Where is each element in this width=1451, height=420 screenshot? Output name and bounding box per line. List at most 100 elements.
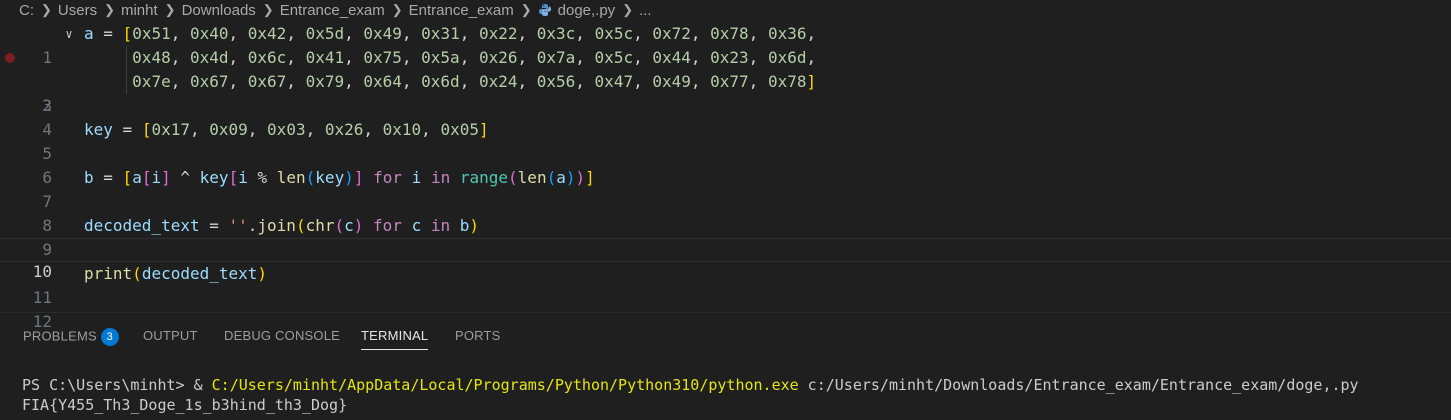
breadcrumb-item-downloads[interactable]: Downloads	[182, 2, 256, 19]
hex-value: 0x48	[132, 48, 171, 67]
hex-value: 0x5a	[421, 48, 460, 67]
hex-value: 0x24	[478, 72, 518, 91]
hex-value: 0x5c	[594, 48, 634, 67]
hex-value: 0x77	[710, 72, 749, 91]
line-code: 0x48, 0x4d, 0x6c, 0x41, 0x75, 0x5a, 0x26…	[132, 48, 817, 67]
hex-value: 0x22	[478, 24, 518, 43]
hex-value: 0x67	[189, 72, 229, 91]
hex-value: 0x40	[189, 24, 229, 43]
tab-terminal[interactable]: TERMINAL	[361, 328, 429, 350]
bottom-panel: PROBLEMS 3 OUTPUT DEBUG CONSOLE TERMINAL …	[0, 312, 1451, 420]
code-line[interactable]: 1 ∨ a = [0x51, 0x40, 0x42, 0x5d, 0x49, 0…	[0, 22, 1451, 67]
code-line[interactable]: 9 decoded_text = ''.join(chr(c) for c in…	[0, 214, 1451, 259]
breadcrumb-item-entrance-exam[interactable]: Entrance_exam	[280, 2, 385, 19]
python-file-icon	[538, 3, 552, 17]
hex-value: 0x7e	[132, 72, 171, 91]
active-tab-indicator	[361, 349, 429, 350]
code-line-current[interactable]: 10	[0, 238, 1451, 281]
chevron-right-icon: ❯	[41, 2, 52, 17]
hex-value: 0x05	[440, 120, 479, 139]
hex-value: 0x23	[710, 48, 749, 67]
hex-value: 0x79	[305, 72, 345, 91]
breadcrumb-item-minht[interactable]: minht	[121, 2, 158, 19]
chevron-right-icon: ❯	[164, 2, 176, 17]
hex-value: 0x26	[478, 48, 518, 67]
code-line[interactable]: 12	[0, 286, 1451, 331]
code-line[interactable]: 6	[0, 142, 1451, 187]
breadcrumb: C: ❯ Users ❯ minht ❯ Downloads ❯ Entranc…	[0, 0, 1451, 20]
problems-count-badge: 3	[100, 328, 119, 346]
hex-value: 0x49	[652, 72, 691, 91]
terminal-exe-path: C:/Users/minht/AppData/Local/Programs/Py…	[211, 376, 799, 394]
tab-ports[interactable]: PORTS	[455, 328, 501, 343]
hex-value: 0x6c	[247, 48, 287, 67]
hex-value: 0x5c	[594, 24, 634, 43]
hex-value: 0x10	[382, 120, 422, 139]
terminal-program-output: FIA{Y455_Th3_Doge_1s_b3hind_th3_Dog}	[22, 395, 1359, 415]
code-line[interactable]: 5 key = [0x17, 0x09, 0x03, 0x26, 0x10, 0…	[0, 118, 1451, 163]
hex-value: 0x42	[247, 24, 287, 43]
hex-value: 0x36	[767, 24, 807, 43]
code-editor[interactable]: 1 ∨ a = [0x51, 0x40, 0x42, 0x5d, 0x49, 0…	[0, 22, 1451, 331]
line-code: a = [0x51, 0x40, 0x42, 0x5d, 0x49, 0x31,…	[84, 24, 817, 43]
hex-value: 0x44	[652, 48, 691, 67]
terminal-script-arg: c:/Users/minht/Downloads/Entrance_exam/E…	[798, 376, 1359, 394]
hex-value: 0x4d	[189, 48, 229, 67]
hex-value: 0x56	[536, 72, 576, 91]
hex-value: 0x3c	[536, 24, 576, 43]
chevron-right-icon: ❯	[391, 2, 403, 17]
hex-value: 0x64	[363, 72, 402, 91]
line-code: print(decoded_text)	[84, 264, 268, 283]
hex-value: 0x75	[363, 48, 402, 67]
code-line[interactable]: 3 0x7e, 0x67, 0x67, 0x79, 0x64, 0x6d, 0x…	[0, 70, 1451, 115]
code-line[interactable]: 11 print(decoded_text)	[0, 262, 1451, 307]
hex-value: 0x51	[132, 24, 171, 43]
line-code: key = [0x17, 0x09, 0x03, 0x26, 0x10, 0x0…	[84, 120, 489, 139]
terminal-prompt: PS C:\Users\minht>	[22, 376, 194, 394]
terminal-output-text: FIA{Y455_Th3_Doge_1s_b3hind_th3_Dog}	[22, 396, 348, 414]
hex-value: 0x6d	[421, 72, 460, 91]
hex-value: 0x41	[305, 48, 345, 67]
terminal-command-line: PS C:\Users\minht> & C:/Users/minht/AppD…	[22, 375, 1359, 395]
line-code: decoded_text = ''.join(chr(c) for c in b…	[84, 216, 480, 235]
hex-value: 0x47	[594, 72, 634, 91]
hex-value: 0x67	[247, 72, 287, 91]
breadcrumb-file[interactable]: doge,.py	[558, 2, 616, 19]
hex-value: 0x09	[209, 120, 248, 139]
fold-chevron-down-icon[interactable]: ∨	[62, 22, 76, 46]
line-code: b = [a[i] ^ key[i % len(key)] for i in r…	[84, 168, 595, 187]
terminal-operator: &	[193, 376, 212, 394]
hex-value: 0x78	[710, 24, 749, 43]
terminal-output[interactable]: PS C:\Users\minht> & C:/Users/minht/AppD…	[22, 375, 1359, 415]
chevron-right-icon: ❯	[104, 2, 115, 17]
tab-debug-console[interactable]: DEBUG CONSOLE	[224, 328, 340, 343]
tab-problems[interactable]: PROBLEMS 3	[23, 328, 119, 346]
hex-value: 0x5d	[305, 24, 345, 43]
breadcrumb-item-entrance-exam-sub[interactable]: Entrance_exam	[409, 2, 514, 19]
tab-label: TERMINAL	[361, 328, 429, 343]
hex-value: 0x6d	[767, 48, 807, 67]
code-line[interactable]: 7 b = [a[i] ^ key[i % len(key)] for i in…	[0, 166, 1451, 211]
breadcrumb-item-users[interactable]: Users	[58, 2, 97, 19]
code-line[interactable]: 8	[0, 190, 1451, 235]
hex-value: 0x31	[421, 24, 460, 43]
panel-tabs: PROBLEMS 3 OUTPUT DEBUG CONSOLE TERMINAL …	[0, 313, 1451, 357]
hex-value: 0x49	[363, 24, 402, 43]
code-line[interactable]: 4	[0, 94, 1451, 139]
hex-value: 0x17	[151, 120, 190, 139]
hex-value: 0x03	[267, 120, 306, 139]
breadcrumb-symbols[interactable]: ...	[639, 2, 652, 19]
tab-label: PROBLEMS	[23, 328, 97, 344]
breakpoint-icon[interactable]	[5, 53, 15, 63]
chevron-right-icon: ❯	[520, 2, 532, 17]
chevron-right-icon: ❯	[262, 2, 274, 17]
code-line[interactable]: 2 0x48, 0x4d, 0x6c, 0x41, 0x75, 0x5a, 0x…	[0, 46, 1451, 115]
hex-value: 0x72	[652, 24, 691, 43]
line-code: 0x7e, 0x67, 0x67, 0x79, 0x64, 0x6d, 0x24…	[132, 72, 817, 91]
breadcrumb-item-drive[interactable]: C:	[19, 2, 34, 19]
hex-value: 0x7a	[536, 48, 576, 67]
hex-value: 0x26	[324, 120, 364, 139]
tab-output[interactable]: OUTPUT	[143, 328, 198, 343]
chevron-right-icon: ❯	[622, 2, 634, 17]
hex-value: 0x78	[767, 72, 807, 91]
